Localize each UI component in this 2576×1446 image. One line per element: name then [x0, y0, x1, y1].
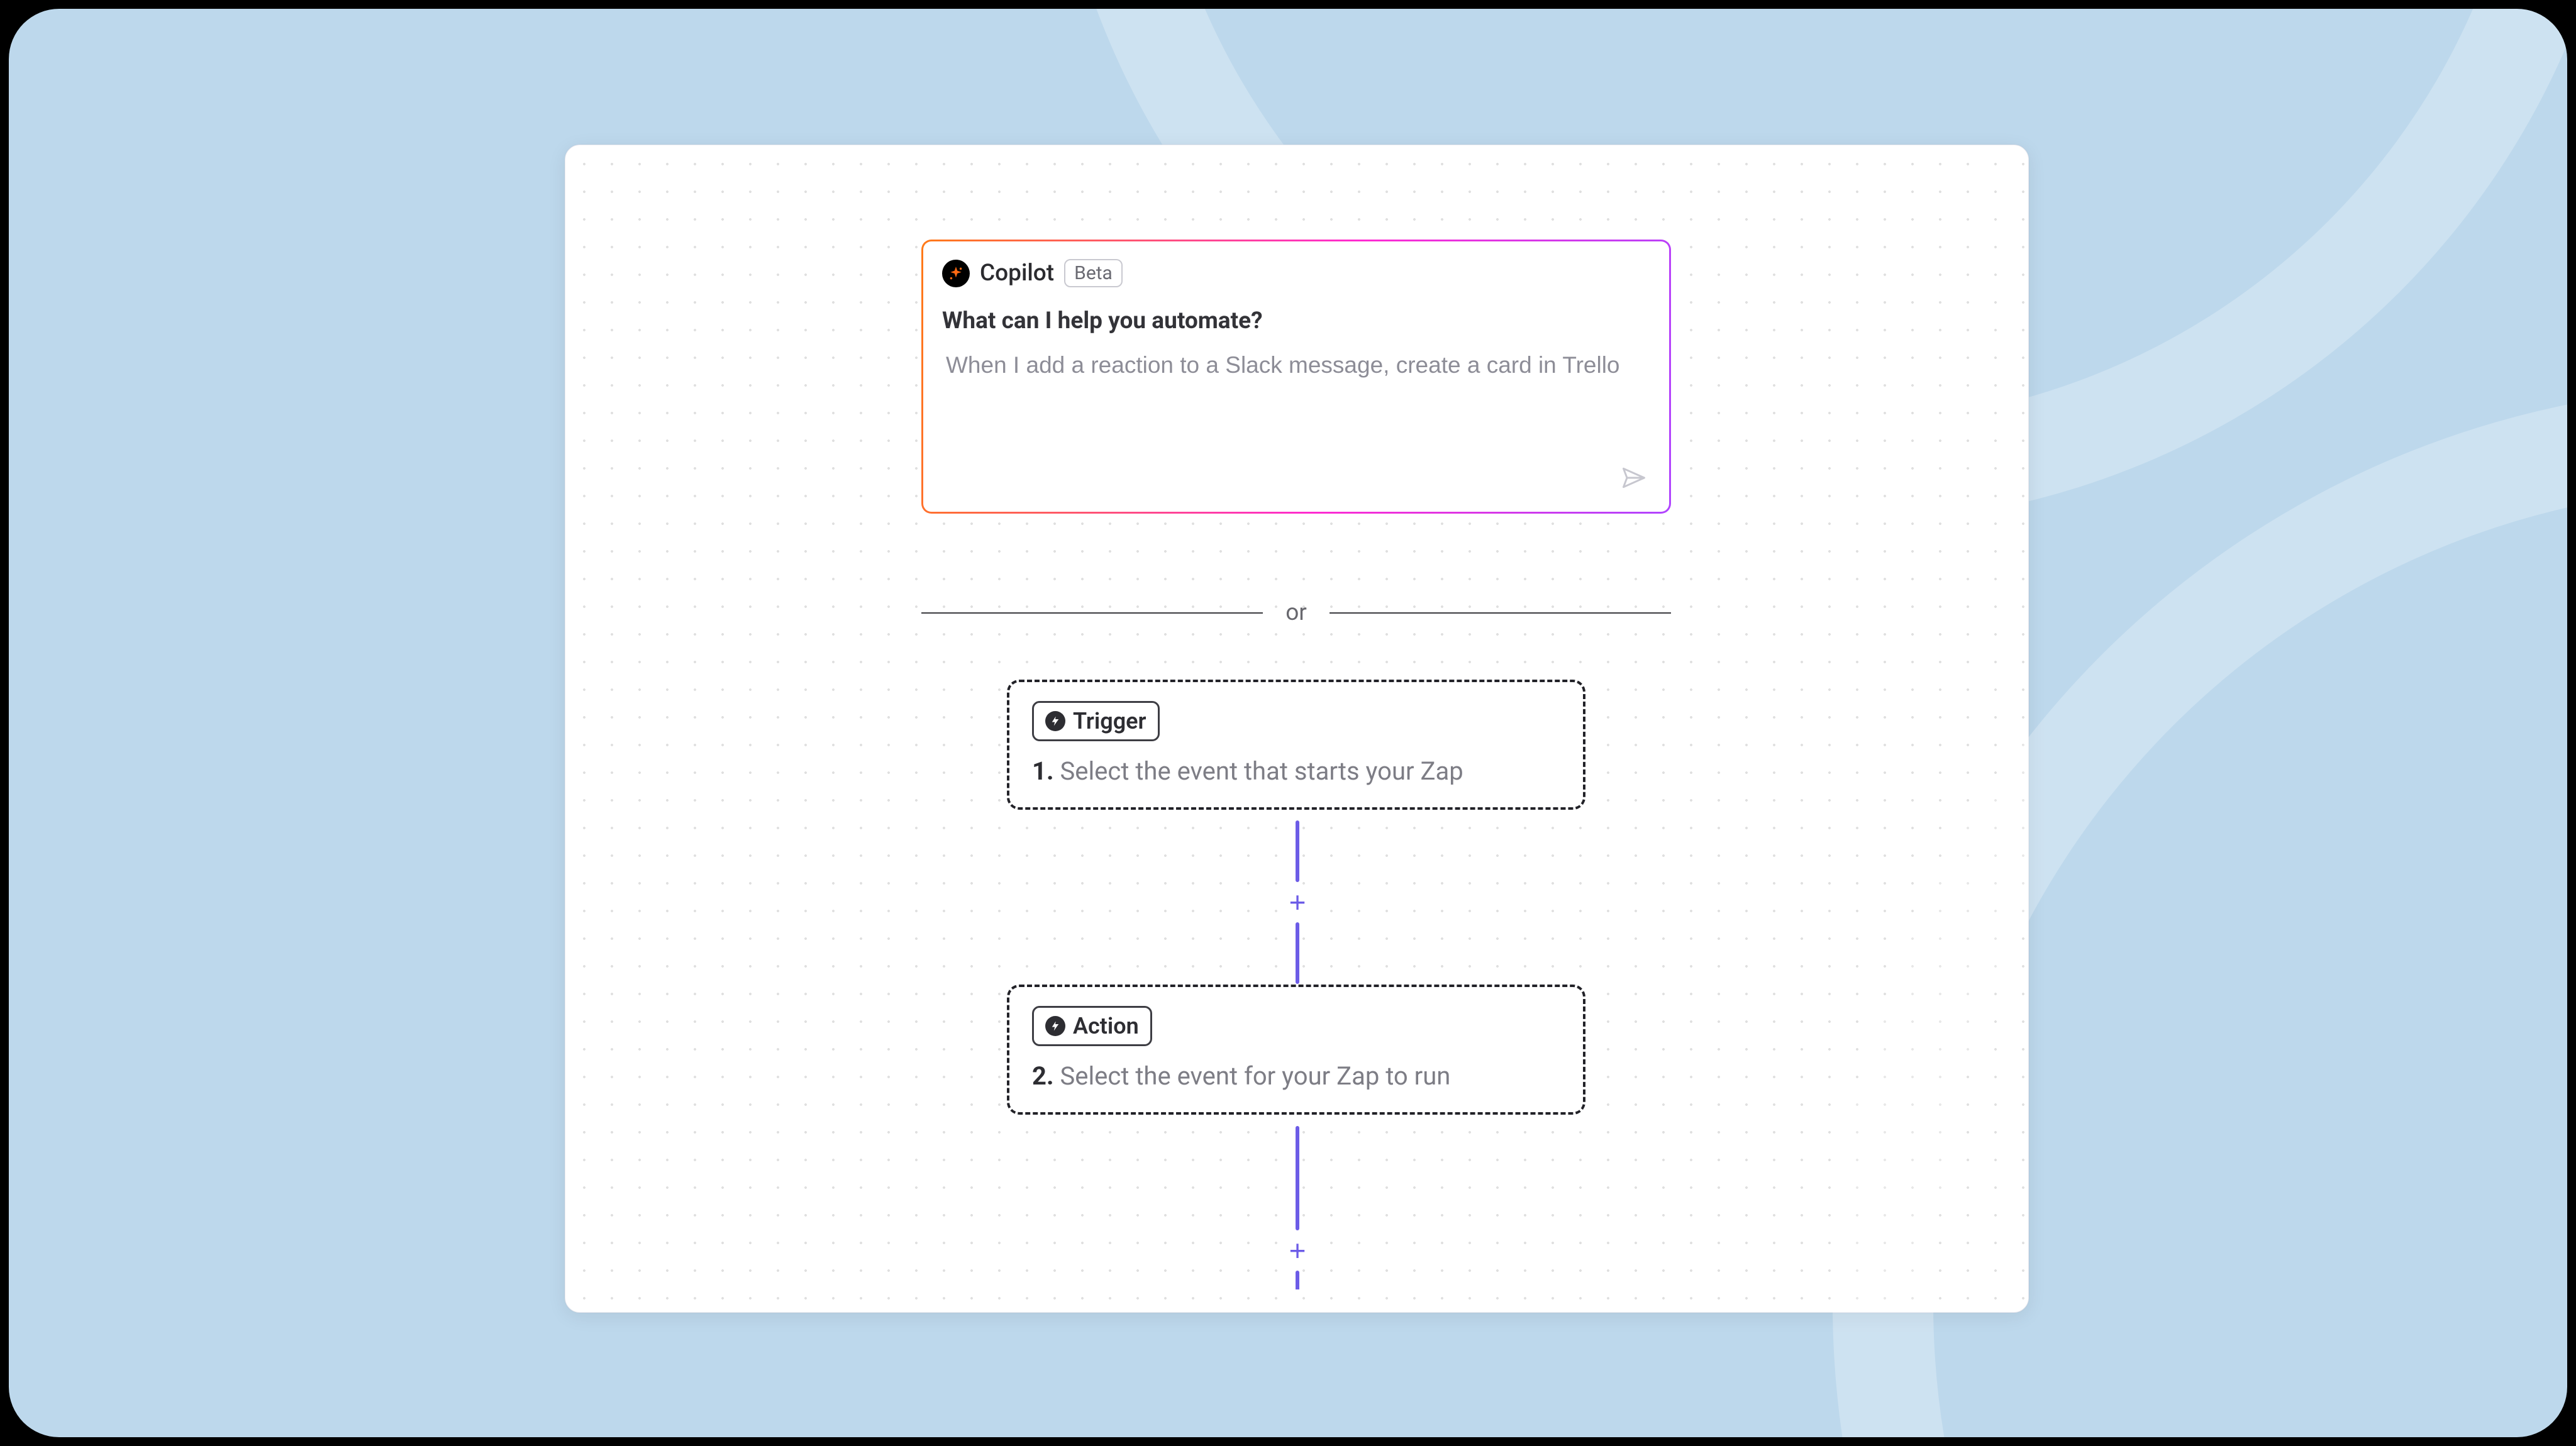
copilot-panel-inner: Copilot Beta What can I help you automat… [923, 241, 1669, 512]
add-step-button[interactable]: + [1285, 890, 1310, 915]
bolt-icon [1045, 1016, 1065, 1036]
divider-line [1330, 612, 1671, 614]
page-background: Copilot Beta What can I help you automat… [9, 9, 2567, 1437]
action-pill-label: Action [1073, 1013, 1139, 1039]
or-label: or [1285, 599, 1307, 626]
editor-canvas: Copilot Beta What can I help you automat… [565, 145, 2029, 1313]
action-step[interactable]: Action 2. Select the event for your Zap … [1007, 985, 1585, 1115]
connector-line [1296, 1271, 1299, 1289]
trigger-description: 1. Select the event that starts your Zap [1032, 756, 1560, 786]
send-button[interactable] [1616, 460, 1652, 495]
send-icon [1620, 464, 1648, 492]
action-description: 2. Select the event for your Zap to run [1032, 1061, 1560, 1091]
step-number: 2. [1032, 1061, 1054, 1091]
connector: + [1292, 1126, 1302, 1289]
bolt-icon [1045, 711, 1065, 731]
step-desc-text: Select the event for your Zap to run [1060, 1061, 1450, 1091]
add-step-button[interactable]: + [1285, 1238, 1310, 1263]
step-desc-text: Select the event that starts your Zap [1060, 756, 1463, 786]
connector-line [1296, 1126, 1299, 1230]
action-pill: Action [1032, 1006, 1152, 1046]
connector-line [1296, 922, 1299, 984]
copilot-panel: Copilot Beta What can I help you automat… [921, 240, 1671, 514]
connector-line [1296, 820, 1299, 882]
connector: + [1292, 820, 1302, 984]
step-number: 1. [1032, 756, 1054, 786]
copilot-title: Copilot [980, 260, 1054, 287]
trigger-step[interactable]: Trigger 1. Select the event that starts … [1007, 680, 1585, 810]
or-divider: or [921, 599, 1671, 626]
divider-line [921, 612, 1263, 614]
copilot-prompt: What can I help you automate? [942, 307, 1650, 334]
trigger-pill-label: Trigger [1073, 708, 1146, 734]
sparkle-icon [942, 260, 970, 287]
trigger-pill: Trigger [1032, 701, 1160, 741]
copilot-input[interactable] [942, 350, 1650, 381]
copilot-header: Copilot Beta [942, 259, 1650, 287]
beta-badge: Beta [1064, 259, 1123, 287]
